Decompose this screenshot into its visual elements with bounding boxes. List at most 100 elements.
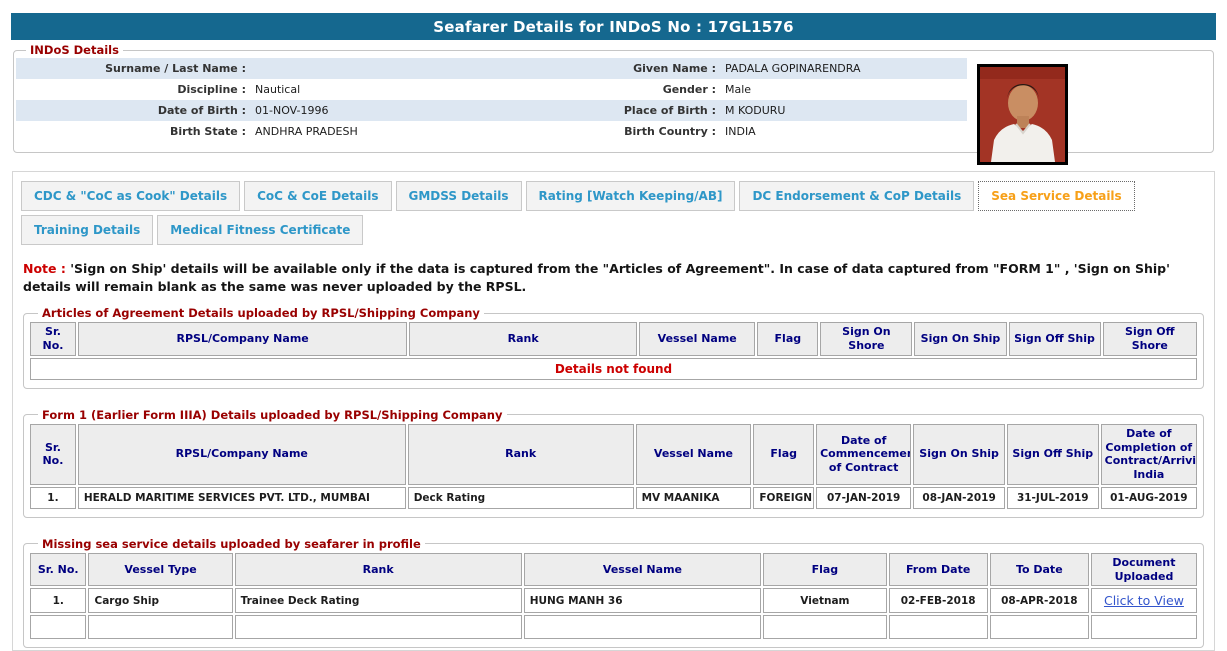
table-cell: Cargo Ship — [88, 588, 232, 613]
table-row: 1.Cargo ShipTrainee Deck RatingHUNG MANH… — [30, 588, 1197, 613]
tab-medical-fitness-certificate[interactable]: Medical Fitness Certificate — [157, 215, 363, 245]
table-section-missing-sea-service-details-uploaded-by-: Missing sea service details uploaded by … — [23, 537, 1204, 649]
indos-detail-row: Discipline :NauticalGender :Male — [16, 79, 967, 100]
empty-message: Details not found — [30, 358, 1197, 380]
table-cell: 07-JAN-2019 — [816, 487, 911, 509]
column-header: Sign Off Ship — [1009, 322, 1101, 356]
table-cell: 01-AUG-2019 — [1101, 487, 1197, 509]
indos-details-rows: Surname / Last Name : Given Name :PADALA … — [16, 58, 967, 142]
column-header: Date of Commencement of Contract — [816, 424, 911, 485]
indos-detail-row: Date of Birth :01-NOV-1996Place of Birth… — [16, 100, 967, 121]
table-header-row: Sr. No.Vessel TypeRankVessel NameFlagFro… — [30, 553, 1197, 587]
table-cell: MV MAANIKA — [636, 487, 752, 509]
tab-rating-watch-keeping-ab[interactable]: Rating [Watch Keeping/AB] — [526, 181, 736, 211]
page-title: Seafarer Details for INDoS No : 17GL1576 — [11, 13, 1216, 40]
table-cell: HUNG MANH 36 — [524, 588, 762, 613]
tab-bar: CDC & "CoC as Cook" DetailsCoC & CoE Det… — [21, 181, 1206, 245]
field-label: Discipline : — [16, 83, 253, 96]
column-header: Sr. No. — [30, 424, 76, 485]
column-header: Rank — [408, 424, 634, 485]
indos-detail-row: Surname / Last Name : Given Name :PADALA … — [16, 58, 967, 79]
table-cell: 31-JUL-2019 — [1007, 487, 1099, 509]
tab-sea-service-details[interactable]: Sea Service Details — [978, 181, 1134, 211]
column-header: Rank — [235, 553, 522, 587]
column-header: Date of Completion of Contract/Arriving … — [1101, 424, 1197, 485]
column-header: Sign Off Shore — [1103, 322, 1197, 356]
table-cell — [88, 615, 232, 639]
column-header: Flag — [757, 322, 818, 356]
tab-gmdss-details[interactable]: GMDSS Details — [396, 181, 522, 211]
column-header: Vessel Type — [88, 553, 232, 587]
note: Note : 'Sign on Ship' details will be av… — [23, 260, 1204, 296]
field-label: Birth State : — [16, 125, 253, 138]
table-cell: Trainee Deck Rating — [235, 588, 522, 613]
table-section-form-1-earlier-form-iiia-details-uploade: Form 1 (Earlier Form IIIA) Details uploa… — [23, 408, 1204, 518]
column-header: Sign On Shore — [820, 322, 912, 356]
table-row-partial — [30, 615, 1197, 639]
column-header: Sign On Ship — [913, 424, 1005, 485]
column-header: Sign Off Ship — [1007, 424, 1099, 485]
seafarer-photo — [977, 64, 1068, 165]
data-table: Sr. No.Vessel TypeRankVessel NameFlagFro… — [28, 551, 1199, 642]
column-header: Vessel Name — [639, 322, 755, 356]
field-value: ANDHRA PRADESH — [253, 125, 545, 138]
table-cell — [30, 615, 86, 639]
column-header: Sr. No. — [30, 553, 86, 587]
column-header: Sr. No. — [30, 322, 76, 356]
tab-dc-endorsement-cop-details[interactable]: DC Endorsement & CoP Details — [739, 181, 974, 211]
table-row: 1.HERALD MARITIME SERVICES PVT. LTD., MU… — [30, 487, 1197, 509]
table-cell — [990, 615, 1089, 639]
tab-coc-coe-details[interactable]: CoC & CoE Details — [244, 181, 391, 211]
table-cell: 1. — [30, 588, 86, 613]
column-header: RPSL/Company Name — [78, 424, 406, 485]
field-label: Place of Birth : — [545, 104, 723, 117]
table-legend: Form 1 (Earlier Form IIIA) Details uploa… — [38, 408, 507, 422]
field-label: Surname / Last Name : — [16, 62, 253, 75]
field-label: Birth Country : — [545, 125, 723, 138]
column-header: RPSL/Company Name — [78, 322, 407, 356]
click-to-view-link[interactable]: Click to View — [1104, 593, 1184, 608]
field-value: M KODURU — [723, 104, 967, 117]
table-cell: HERALD MARITIME SERVICES PVT. LTD., MUMB… — [78, 487, 406, 509]
field-value: 01-NOV-1996 — [253, 104, 545, 117]
note-label: Note : — [23, 261, 66, 276]
table-cell: Deck Rating — [408, 487, 634, 509]
table-cell: 1. — [30, 487, 76, 509]
table-header-row: Sr. No.RPSL/Company NameRankVessel NameF… — [30, 322, 1197, 356]
tab-cdc-coc-as-cook-details[interactable]: CDC & "CoC as Cook" Details — [21, 181, 240, 211]
field-label: Given Name : — [545, 62, 723, 75]
data-table: Sr. No.RPSL/Company NameRankVessel NameF… — [28, 422, 1199, 511]
field-value: Male — [723, 83, 967, 96]
tables-container: Articles of Agreement Details uploaded b… — [21, 306, 1206, 648]
data-table: Sr. No.RPSL/Company NameRankVessel NameF… — [28, 320, 1199, 382]
table-cell — [889, 615, 988, 639]
field-value: Nautical — [253, 83, 545, 96]
table-cell — [1091, 615, 1197, 639]
table-section-articles-of-agreement-details-uploaded-b: Articles of Agreement Details uploaded b… — [23, 306, 1204, 389]
table-header-row: Sr. No.RPSL/Company NameRankVessel NameF… — [30, 424, 1197, 485]
indos-detail-row: Birth State :ANDHRA PRADESHBirth Country… — [16, 121, 967, 142]
indos-details-legend: INDoS Details — [26, 43, 123, 57]
table-cell: FOREIGN — [753, 487, 814, 509]
table-legend: Missing sea service details uploaded by … — [38, 537, 425, 551]
indos-details-section: INDoS Details Surname / Last Name : Given… — [13, 43, 1214, 153]
table-cell: Vietnam — [763, 588, 886, 613]
note-body: 'Sign on Ship' details will be available… — [23, 261, 1170, 294]
column-header: Flag — [753, 424, 814, 485]
empty-row: Details not found — [30, 358, 1197, 380]
table-cell — [235, 615, 522, 639]
column-header: To Date — [990, 553, 1089, 587]
field-label: Gender : — [545, 83, 723, 96]
column-header: Vessel Name — [636, 424, 752, 485]
field-value: PADALA GOPINARENDRA — [723, 62, 967, 75]
table-cell — [524, 615, 762, 639]
column-header: Sign On Ship — [914, 322, 1006, 356]
column-header: Document Uploaded — [1091, 553, 1197, 587]
field-label: Date of Birth : — [16, 104, 253, 117]
seafarer-photo-image — [980, 67, 1065, 162]
column-header: Rank — [409, 322, 637, 356]
tab-training-details[interactable]: Training Details — [21, 215, 153, 245]
table-legend: Articles of Agreement Details uploaded b… — [38, 306, 484, 320]
table-cell — [763, 615, 886, 639]
column-header: Vessel Name — [524, 553, 762, 587]
